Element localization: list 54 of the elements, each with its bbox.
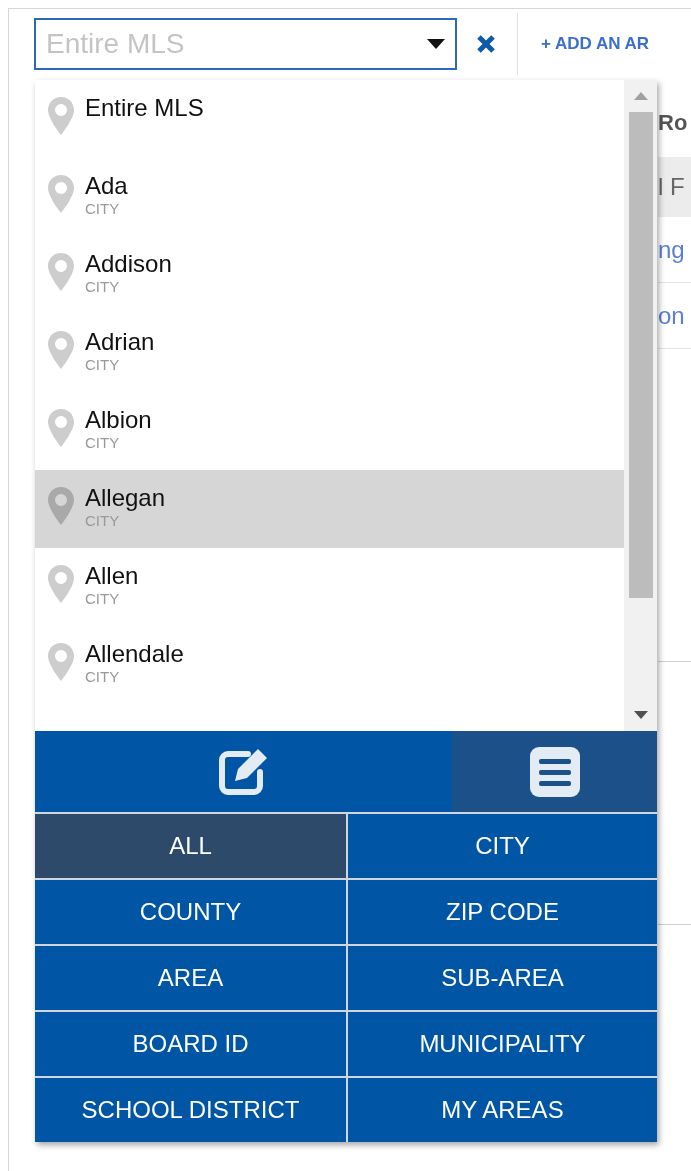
result-item[interactable]: Allen CITY — [35, 548, 624, 626]
result-type: CITY — [85, 200, 120, 218]
result-name: Ada — [85, 172, 128, 200]
result-type: CITY — [85, 590, 120, 608]
link[interactable]: on — [658, 283, 691, 349]
result-type: CITY — [85, 512, 120, 530]
map-pin-icon — [47, 408, 75, 448]
filter-button[interactable]: BOARD ID — [35, 1012, 346, 1076]
search-field[interactable]: Entire MLS — [34, 18, 457, 70]
result-type: CITY — [85, 278, 120, 296]
filter-button[interactable]: SCHOOL DISTRICT — [35, 1078, 346, 1142]
filter-button[interactable]: COUNTY — [35, 880, 346, 944]
map-pin-icon — [47, 642, 75, 682]
column-heading: Ro — [658, 109, 689, 137]
result-item[interactable]: Ada CITY — [35, 158, 624, 236]
map-pin-icon — [47, 486, 75, 526]
result-item[interactable]: Adrian CITY — [35, 314, 624, 392]
map-pin-icon — [47, 174, 75, 214]
result-type: CITY — [85, 356, 120, 374]
caret-icon[interactable] — [427, 39, 445, 49]
map-pin-icon — [47, 330, 75, 370]
link[interactable]: ng — [658, 217, 691, 283]
result-name: Allendale — [85, 640, 184, 668]
filter-button[interactable]: MY AREAS — [348, 1078, 657, 1142]
result-item[interactable]: Albion CITY — [35, 392, 624, 470]
scroll-thumb[interactable] — [628, 112, 653, 598]
scrollbar[interactable] — [624, 80, 657, 731]
result-name: Allegan — [85, 484, 166, 512]
map-pin-icon — [47, 252, 75, 292]
result-type: CITY — [85, 668, 120, 686]
filter-button[interactable]: AREA — [35, 946, 346, 1010]
result-name: Addison — [85, 250, 172, 278]
filter-button[interactable]: MUNICIPALITY — [348, 1012, 657, 1076]
result-name: Entire MLS — [85, 94, 204, 122]
filter-button[interactable]: CITY — [348, 814, 657, 878]
map-pin-icon — [47, 96, 75, 136]
result-name: Allen — [85, 562, 139, 590]
filter-button[interactable]: ALL — [35, 814, 346, 878]
result-item[interactable]: Entire MLS — [35, 80, 624, 158]
result-type: CITY — [85, 434, 120, 452]
result-name: Adrian — [85, 328, 155, 356]
add-area-link[interactable]: + ADD AN AR — [541, 34, 650, 54]
view-mode-button[interactable] — [452, 731, 657, 812]
close-icon[interactable] — [475, 33, 497, 55]
filter-button[interactable]: SUB-AREA — [348, 946, 657, 1010]
view-mode-button[interactable] — [35, 731, 452, 812]
result-item[interactable]: Allendale CITY — [35, 626, 624, 704]
scroll-down-icon[interactable] — [633, 711, 648, 719]
result-item[interactable]: Allegan CITY — [35, 470, 624, 548]
result-name: Albion — [85, 406, 152, 434]
table-cell: l F — [658, 157, 691, 217]
result-item[interactable]: Addison CITY — [35, 236, 624, 314]
filter-button[interactable]: ZIP CODE — [348, 880, 657, 944]
map-pin-icon — [47, 564, 75, 604]
